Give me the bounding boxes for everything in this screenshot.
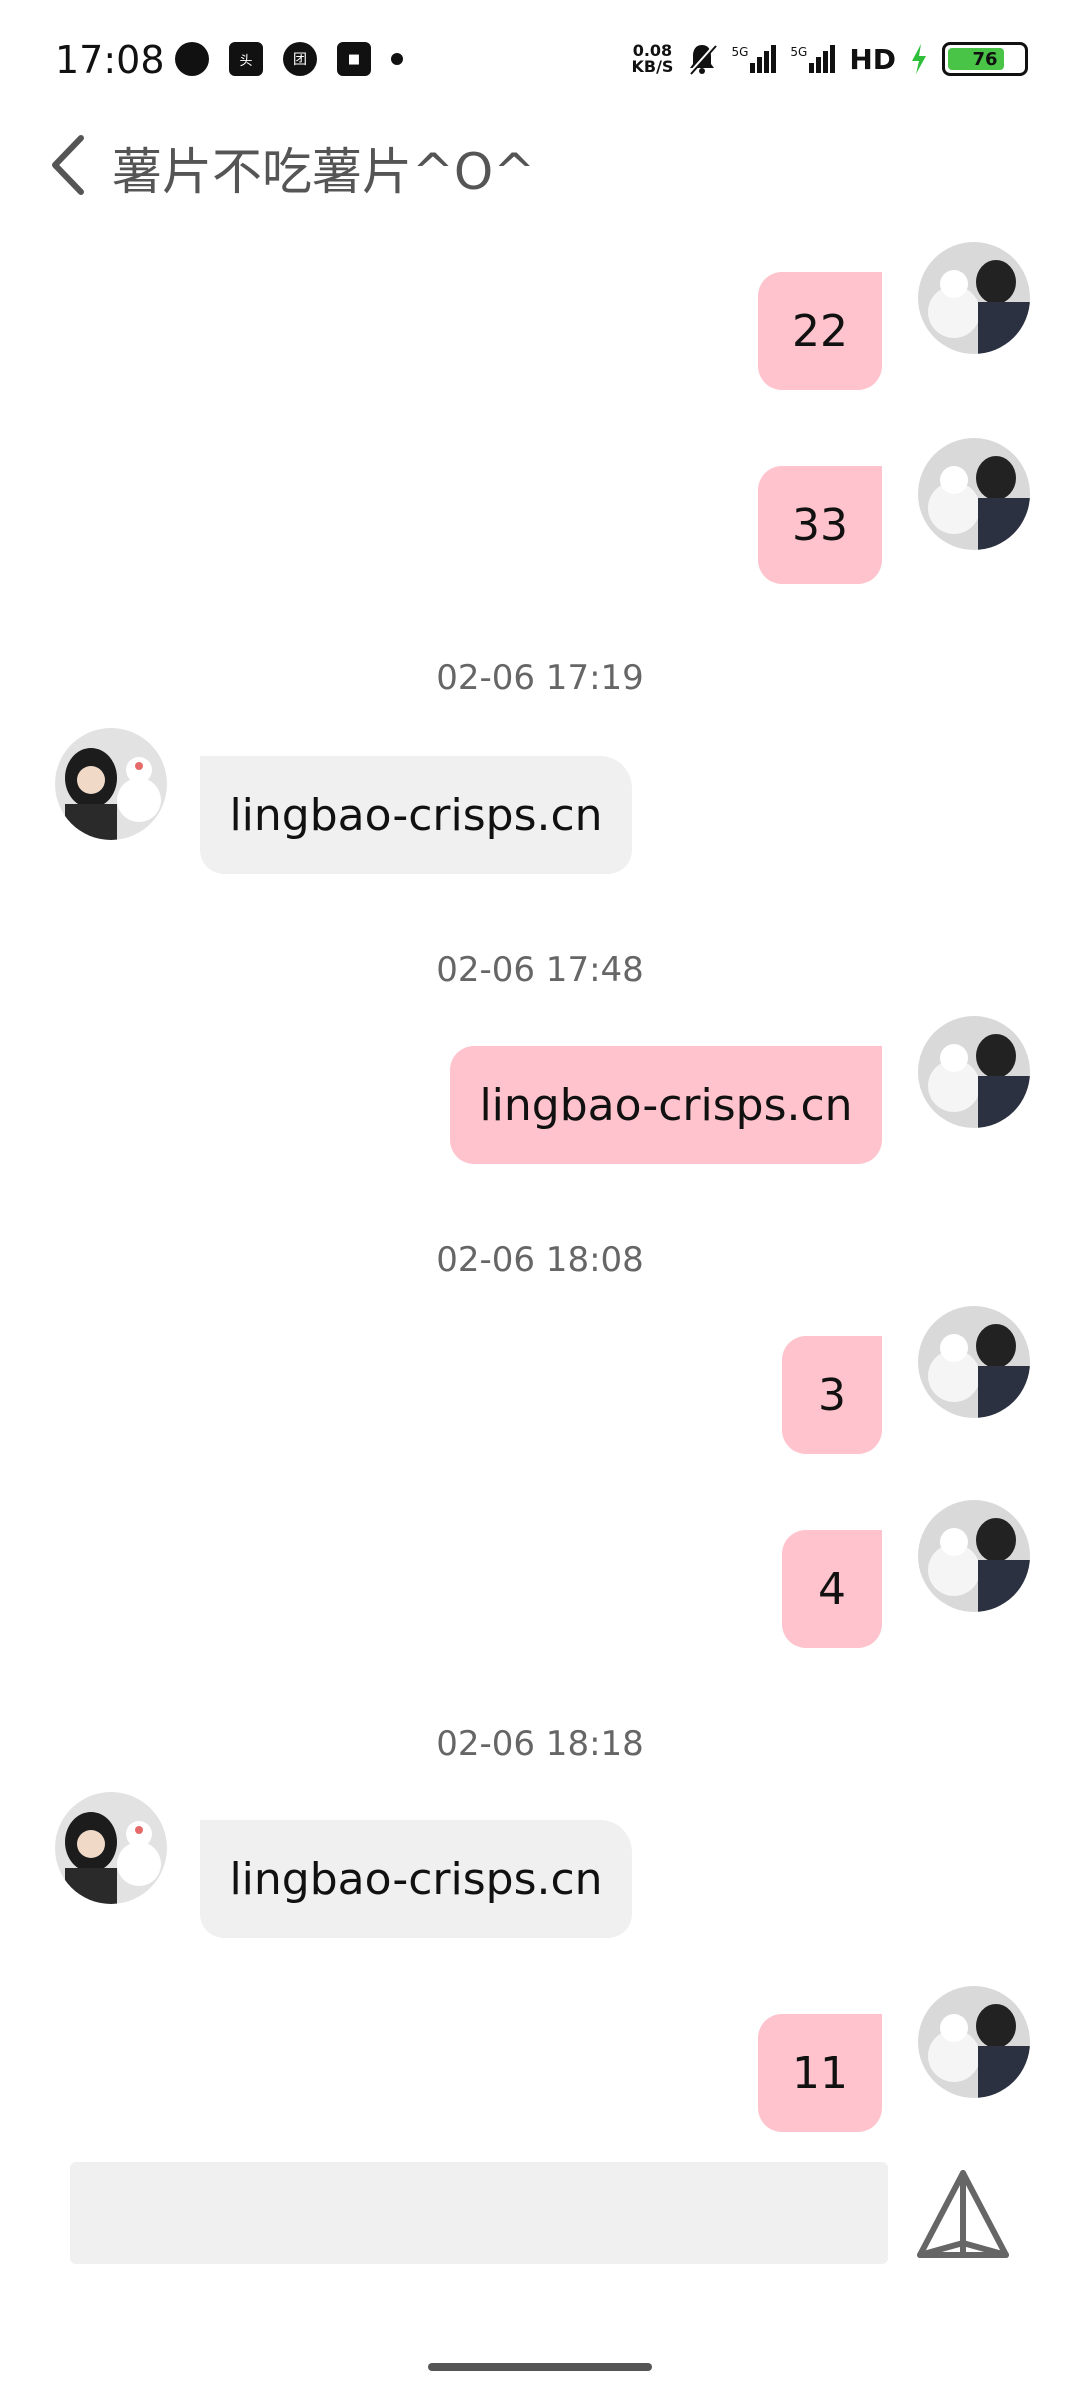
app-icon: ■ [337,42,371,76]
contact-avatar[interactable] [55,1792,167,1904]
home-indicator[interactable] [428,2363,652,2371]
notification-icons: 头 团 ■ [175,42,403,76]
battery-icon: 76 [942,42,1028,76]
my-avatar[interactable] [918,1986,1030,2098]
message-bubble-me[interactable]: lingbao-crisps.cn [450,1046,882,1164]
chat-header: 薯片不吃薯片^O^ [0,110,1080,230]
notification-dot-icon [391,53,403,65]
message-bubble-me[interactable]: 11 [758,2014,882,2132]
my-avatar[interactable] [918,1500,1030,1612]
mute-bell-icon [689,44,718,75]
chat-title: 薯片不吃薯片^O^ [112,143,536,201]
my-avatar[interactable] [918,1016,1030,1128]
status-time: 17:08 [55,38,165,82]
message-timestamp: 02-06 17:48 [436,950,644,990]
my-avatar[interactable] [918,242,1030,354]
send-icon[interactable] [908,2165,1018,2265]
charging-icon [912,44,926,74]
message-timestamp: 02-06 17:19 [436,658,644,698]
battery-level: 76 [972,48,998,70]
toutiao-icon: 头 [229,42,263,76]
tuan-icon: 团 [283,42,317,76]
chevron-left-icon[interactable] [45,130,95,200]
message-bubble-me[interactable]: 4 [782,1530,882,1648]
message-bubble-me[interactable]: 22 [758,272,882,390]
status-right: 0.08 KB/S 5G 5G HD 76 [631,42,1028,76]
message-timestamp: 02-06 18:18 [436,1724,644,1764]
message-bubble-me[interactable]: 3 [782,1336,882,1454]
my-avatar[interactable] [918,438,1030,550]
message-bubble-me[interactable]: 33 [758,466,882,584]
net-speed: 0.08 KB/S [631,41,674,76]
hd-label: HD [849,42,896,76]
message-bubble-other[interactable]: lingbao-crisps.cn [200,1820,632,1938]
message-input[interactable] [70,2162,888,2264]
signal-icon-2: 5G [790,45,836,73]
signal-icon: 5G [731,45,777,73]
my-avatar[interactable] [918,1306,1030,1418]
chat-bubble-icon [175,42,209,76]
status-bar: 17:08 头 团 ■ 0.08 KB/S 5G 5G HD 76 [0,0,1080,120]
message-timestamp: 02-06 18:08 [436,1240,644,1280]
contact-avatar[interactable] [55,728,167,840]
message-bubble-other[interactable]: lingbao-crisps.cn [200,756,632,874]
